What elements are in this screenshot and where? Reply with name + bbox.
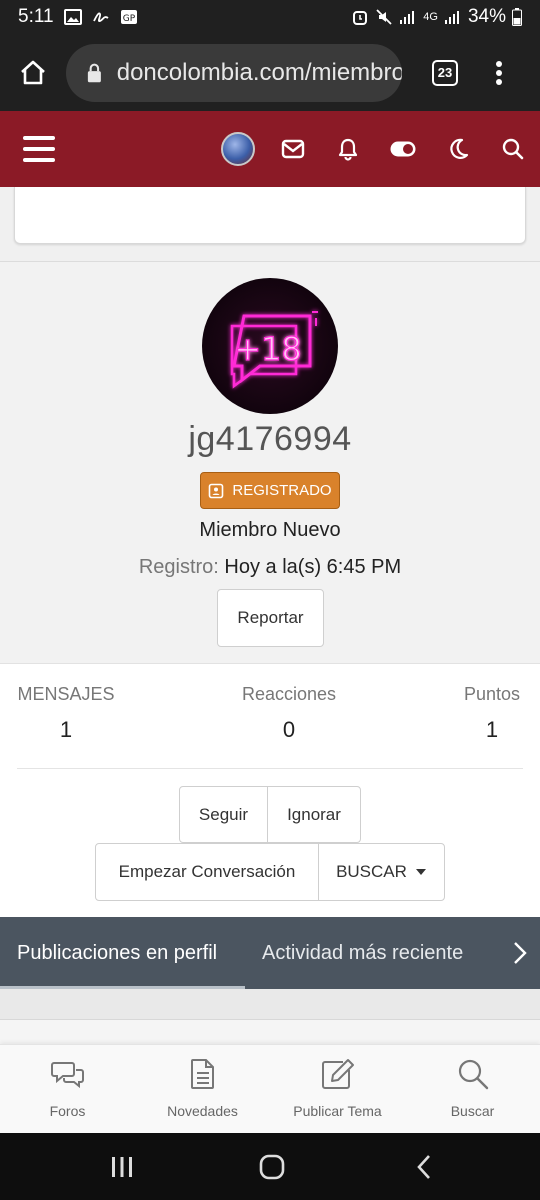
registration-line: Registro: Hoy a la(s) 6:45 PM (0, 556, 540, 579)
browser-toolbar: doncolombia.com/miembros/ 23 (0, 34, 540, 111)
stat-label: Puntos (463, 684, 521, 704)
network-type: 4G (423, 11, 438, 23)
inbox-button[interactable] (265, 111, 320, 187)
contact-card-icon (209, 483, 224, 498)
stat-value: 1 (485, 717, 499, 742)
address-bar[interactable]: doncolombia.com/miembros/ (66, 43, 402, 102)
bottom-navigation: Foros Novedades Publicar Tema Buscar (0, 1044, 540, 1133)
home-system-button[interactable] (232, 1133, 312, 1200)
caret-down-icon (415, 869, 426, 875)
lock-icon (87, 63, 101, 82)
stat-value: 1 (59, 717, 73, 742)
search-dropdown-label: BUSCAR (336, 862, 407, 881)
profile-stats: MENSAJES 1 Reacciones 0 Puntos 1 Seguir … (0, 663, 540, 917)
start-conversation-button[interactable]: Empezar Conversación (95, 843, 319, 901)
nav-forums[interactable]: Foros (0, 1045, 135, 1134)
tabs-button[interactable]: 23 (416, 34, 474, 111)
divider (17, 768, 523, 769)
bell-icon (338, 138, 357, 161)
chevron-right-icon (514, 942, 527, 964)
recents-icon (112, 1156, 132, 1177)
tab-profile-posts[interactable]: Publicaciones en perfil (17, 917, 217, 989)
menu-button[interactable] (0, 111, 78, 187)
home-circle-icon (259, 1154, 285, 1179)
profile-header: +18 jg4176994 REGISTRADO Miembro Nuevo R… (0, 261, 540, 663)
signal-icon-2 (444, 11, 459, 24)
site-header (0, 111, 540, 187)
alarm-icon (353, 11, 368, 25)
nav-label: Buscar (450, 1103, 495, 1119)
stat-points[interactable]: Puntos 1 (452, 684, 532, 743)
member-title: Miembro Nuevo (199, 519, 341, 541)
tab-count: 23 (432, 59, 458, 86)
mute-icon (376, 9, 392, 25)
back-icon (417, 1154, 430, 1179)
ignore-button[interactable]: Ignorar (267, 786, 361, 843)
search-dropdown-button[interactable]: BUSCAR (318, 843, 445, 901)
avatar (220, 132, 255, 166)
signal-icon (400, 11, 415, 24)
top-card-area (0, 187, 540, 261)
user-badge: REGISTRADO (200, 472, 340, 509)
profile-avatar: +18 (202, 278, 338, 414)
nav-post-thread[interactable]: Publicar Tema (270, 1045, 405, 1134)
report-button[interactable]: Reportar (217, 589, 324, 647)
browser-menu-button[interactable] (474, 34, 524, 111)
chat-bubbles-icon (50, 1062, 84, 1089)
signature-icon (92, 12, 109, 22)
moon-icon (449, 138, 468, 159)
svg-text:GP: GP (122, 14, 135, 24)
account-avatar-button[interactable] (210, 111, 265, 187)
toggle-icon (390, 141, 415, 157)
nav-label: Publicar Tema (293, 1103, 382, 1119)
status-time: 5:11 (18, 6, 54, 27)
nav-search[interactable]: Buscar (405, 1045, 540, 1134)
battery-percent: 34% (467, 6, 506, 27)
follow-button[interactable]: Seguir (179, 786, 268, 843)
document-icon (190, 1059, 214, 1089)
stat-label: MENSAJES (17, 684, 115, 704)
battery-icon (512, 8, 522, 26)
stat-label: Reacciones (241, 684, 337, 704)
stat-reactions[interactable]: Reacciones 0 (220, 684, 358, 743)
gallery-icon (63, 9, 82, 25)
tab-latest-activity[interactable]: Actividad más reciente (262, 917, 463, 989)
envelope-icon (281, 139, 304, 159)
alerts-button[interactable] (320, 111, 375, 187)
more-vert-icon (496, 60, 502, 85)
status-bar: 5:11 GP 4G 34% (0, 0, 540, 34)
tab-content-card (0, 1019, 540, 1044)
home-icon (21, 60, 45, 84)
registration-value: Hoy a la(s) 6:45 PM (224, 556, 402, 578)
tab-content-area (0, 989, 540, 1044)
nav-label: Foros (49, 1103, 86, 1119)
nav-whats-new[interactable]: Novedades (135, 1045, 270, 1134)
tabs-scroll-right-button[interactable] (500, 917, 540, 989)
search-icon (458, 1059, 488, 1090)
top-card (14, 187, 526, 244)
url-text: doncolombia.com/miembros/ (116, 58, 402, 86)
profile-username: jg4176994 (188, 420, 352, 458)
stat-value: 0 (282, 717, 296, 742)
dark-mode-button[interactable] (430, 111, 485, 187)
recent-apps-button[interactable] (82, 1133, 162, 1200)
nav-label: Novedades (167, 1103, 238, 1119)
system-navigation-bar (0, 1133, 540, 1200)
profile-tabs: Publicaciones en perfil Actividad más re… (0, 917, 540, 989)
header-search-button[interactable] (485, 111, 540, 187)
notification-app-icon: GP (120, 10, 137, 24)
stat-messages[interactable]: MENSAJES 1 (17, 684, 115, 743)
search-icon (502, 138, 523, 160)
edit-icon (321, 1059, 354, 1089)
back-button[interactable] (384, 1133, 464, 1200)
style-toggle-button[interactable] (375, 111, 430, 187)
avatar-text: +18 (234, 330, 302, 368)
badge-label: REGISTRADO (232, 482, 332, 499)
home-button[interactable] (0, 34, 66, 111)
hamburger-icon (23, 136, 55, 162)
registration-label: Registro: (138, 556, 219, 578)
